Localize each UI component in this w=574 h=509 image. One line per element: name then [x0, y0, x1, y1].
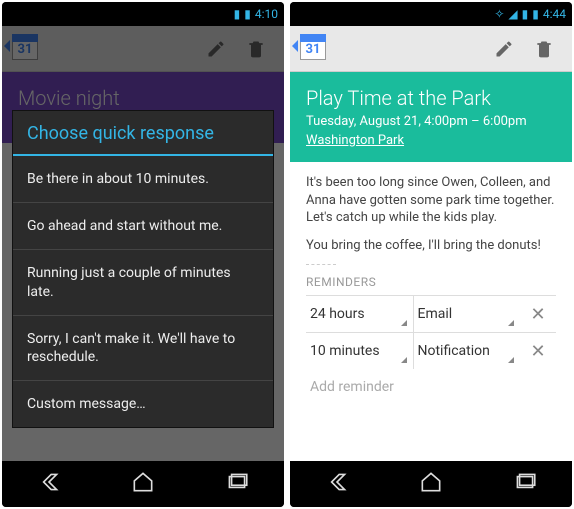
- back-button[interactable]: [36, 469, 62, 499]
- phone-left: ▮ ▮ 4:10 31 Movie night T C liz R A Choo…: [2, 2, 284, 507]
- event-body: It's been too long since Owen, Colleen, …: [290, 162, 572, 461]
- battery-icon: ▮: [532, 7, 539, 21]
- reminder-row: 24 hours Email ✕: [306, 295, 556, 332]
- system-nav-bar: [2, 461, 284, 507]
- status-time: 4:10: [255, 7, 278, 21]
- reminder-time-spinner[interactable]: 10 minutes: [306, 333, 414, 369]
- status-bar: ▮ ▮ 4:10: [2, 2, 284, 26]
- reminder-row: 10 minutes Notification ✕: [306, 332, 556, 369]
- recents-button[interactable]: [512, 469, 538, 499]
- calendar-day-number: 31: [300, 42, 326, 57]
- quick-response-dialog: Choose quick response Be there in about …: [12, 110, 274, 428]
- edit-button[interactable]: [484, 29, 524, 69]
- event-location[interactable]: Washington Park: [306, 133, 404, 148]
- add-reminder-button[interactable]: Add reminder: [306, 369, 556, 405]
- delete-button[interactable]: [524, 29, 564, 69]
- event-description: You bring the coffee, I'll bring the don…: [306, 237, 556, 255]
- home-button[interactable]: [130, 469, 156, 499]
- recents-icon: [512, 469, 538, 495]
- quick-response-option[interactable]: Be there in about 10 minutes.: [13, 156, 273, 203]
- status-time: 4:44: [543, 7, 566, 21]
- vibrate-icon: ✧: [494, 7, 504, 21]
- recents-button[interactable]: [224, 469, 250, 499]
- reminders-label: REMINDERS: [306, 275, 556, 289]
- wifi-icon: ◢: [508, 7, 517, 21]
- pencil-icon: [494, 39, 514, 59]
- calendar-app-icon[interactable]: 31: [298, 34, 328, 64]
- home-icon: [130, 469, 156, 495]
- back-icon: [36, 469, 62, 495]
- signal-icon: ▮: [522, 7, 529, 21]
- quick-response-option[interactable]: Custom message…: [13, 381, 273, 427]
- system-nav-bar: [290, 461, 572, 507]
- close-icon: ✕: [530, 304, 545, 325]
- quick-response-option[interactable]: Running just a couple of minutes late.: [13, 250, 273, 315]
- trash-icon: [534, 39, 554, 59]
- quick-response-option[interactable]: Sorry, I can't make it. We'll have to re…: [13, 316, 273, 381]
- phone-right: ✧ ◢ ▮ ▮ 4:44 31 Play Time at the Park Tu…: [290, 2, 572, 507]
- status-bar: ✧ ◢ ▮ ▮ 4:44: [290, 2, 572, 26]
- event-title: Play Time at the Park: [306, 86, 556, 110]
- event-description: It's been too long since Owen, Colleen, …: [306, 174, 556, 227]
- remove-reminder-button[interactable]: ✕: [520, 304, 556, 325]
- action-bar: 31: [290, 26, 572, 72]
- event-header: Play Time at the Park Tuesday, August 21…: [290, 72, 572, 162]
- signal-icon: ▮: [234, 7, 241, 21]
- divider: [306, 264, 336, 265]
- dialog-title: Choose quick response: [13, 111, 273, 156]
- back-icon: [324, 469, 350, 495]
- event-subtitle: Tuesday, August 21, 4:00pm – 6:00pm: [306, 114, 556, 129]
- battery-icon: ▮: [244, 7, 251, 21]
- reminder-method-spinner[interactable]: Notification: [414, 333, 521, 369]
- remove-reminder-button[interactable]: ✕: [520, 341, 556, 362]
- reminder-time-spinner[interactable]: 24 hours: [306, 296, 414, 332]
- back-button[interactable]: [324, 469, 350, 499]
- close-icon: ✕: [530, 341, 545, 362]
- reminder-method-spinner[interactable]: Email: [414, 296, 521, 332]
- home-icon: [418, 469, 444, 495]
- home-button[interactable]: [418, 469, 444, 499]
- quick-response-option[interactable]: Go ahead and start without me.: [13, 203, 273, 250]
- recents-icon: [224, 469, 250, 495]
